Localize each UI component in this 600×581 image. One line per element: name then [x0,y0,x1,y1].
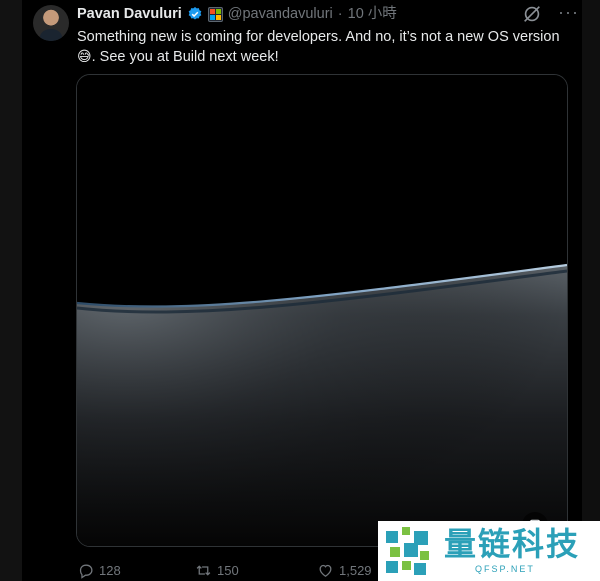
separator-dot: · [337,6,343,22]
watermark-title: 量链科技 [444,525,581,563]
grok-icon[interactable] [521,3,543,25]
reply-count: 128 [99,562,121,578]
watermark-logo [386,527,429,575]
verified-badge-icon[interactable] [187,6,203,22]
watermark-subtitle: QFSP.NET [475,564,535,574]
reply-button[interactable]: 128 [77,562,195,579]
tweet-actions: 128 150 1,529 [77,560,407,580]
like-icon [319,564,332,577]
scrollbar-track[interactable] [582,0,600,581]
timestamp[interactable]: 10 小時 [348,5,397,23]
microsoft-affiliate-icon[interactable] [207,6,223,22]
more-icon[interactable]: ··· [558,3,579,21]
retweet-button[interactable]: 150 [195,562,317,579]
sweat-smile-emoji: 😅 [77,48,92,64]
tweet-media-image[interactable] [76,74,568,547]
display-name[interactable]: Pavan Davuluri [77,5,182,23]
tweet-text: Something new is coming for developers. … [77,28,582,67]
tweet-text-cont: . See you at Build next week! [91,49,279,65]
reply-icon [79,564,93,579]
like-count: 1,529 [339,562,372,578]
tweet-text-main: Something new is coming for developers. … [77,29,560,45]
watermark: 量链科技 QFSP.NET [378,521,600,581]
avatar[interactable] [33,5,69,41]
tweet-header: Pavan Davuluri @pavandavuluri · 10 小時 [77,5,397,23]
left-panel-edge [0,0,22,581]
retweet-count: 150 [217,562,239,578]
retweet-icon [196,564,211,576]
user-handle[interactable]: @pavandavuluri [228,5,333,23]
